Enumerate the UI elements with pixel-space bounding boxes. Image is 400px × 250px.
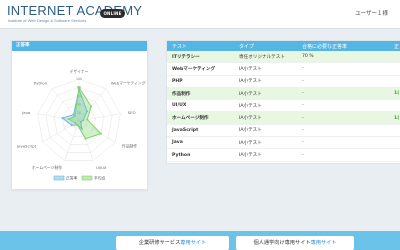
required-rate-cell: -	[297, 124, 389, 138]
test-type-cell: IA小テスト	[234, 148, 297, 162]
table-row[interactable]: 作品制作 IA小テスト -1(	[167, 87, 400, 101]
legend-label: 正答率	[66, 176, 78, 181]
test-type-cell: IA小テスト	[234, 124, 297, 138]
radar-data-point	[90, 105, 93, 108]
radar-data-point	[67, 118, 70, 121]
required-rate-cell: -	[297, 87, 389, 101]
extra-cell: 1(	[389, 87, 400, 101]
table-row[interactable]: Webマーケティング IA小テスト -	[167, 62, 400, 76]
test-name-cell: PHP	[167, 75, 234, 88]
radar-data-point	[74, 122, 77, 125]
radar-data-point	[84, 137, 87, 140]
radar-axis-label: UI/UX	[96, 165, 107, 170]
test-name-cell: Java	[167, 136, 234, 150]
radar-data-point	[73, 115, 76, 118]
test-type-cell: IA小テスト	[234, 75, 297, 88]
table-row[interactable]: Python IA小テスト -	[167, 148, 400, 162]
radar-data-point	[99, 132, 102, 135]
test-name-cell: ホームページ制作	[167, 111, 234, 125]
legend-swatch	[53, 175, 65, 181]
radar-data-point	[72, 113, 75, 116]
table-row[interactable]: PHP IA小テスト -	[167, 75, 400, 88]
test-table-card: テスト タイプ 合格に必要な正答率 正 ITリテラシー 専任オリジナルテスト 70 …	[166, 40, 400, 164]
test-name-cell: JavaScript	[167, 124, 234, 138]
required-rate-cell: -	[297, 99, 389, 113]
table-row[interactable]: UI/UX IA小テスト -	[167, 99, 400, 113]
extra-cell	[389, 62, 400, 76]
radar-axis-label: SEO	[128, 110, 136, 115]
required-rate-cell: -	[297, 136, 389, 150]
radar-axis-label: Python	[34, 81, 48, 86]
col-header-test: テスト	[167, 41, 234, 51]
radar-chart: デザイナー Webマーケティング SEO 作品制作 UI/UX ホームページ制作 JavaS…	[16, 69, 146, 181]
test-name-cell: ITリテラシー	[167, 51, 234, 64]
table-header-row: テスト タイプ 合格に必要な正答率 正	[167, 41, 400, 51]
required-rate-cell: -	[297, 75, 389, 88]
legend-label: 平均点	[94, 176, 106, 181]
radar-data-point	[78, 86, 80, 89]
required-rate-cell: 70 %	[297, 51, 389, 64]
table-row[interactable]: JavaScript IA小テスト -	[167, 124, 400, 138]
personal-site-button[interactable]: 個人通学向け専用サイト専用サイト	[236, 236, 354, 250]
test-name-cell: Webマーケティング	[167, 62, 234, 76]
required-rate-cell: -	[297, 111, 389, 125]
table-row[interactable]: ホームページ制作 IA小テスト -1(	[167, 111, 400, 125]
radar-axis-label: JavaScript	[16, 143, 37, 148]
extra-cell	[389, 75, 400, 88]
test-name-cell: Python	[167, 148, 234, 162]
online-badge: ONLINE	[100, 9, 125, 18]
radar-axis-label: Java	[21, 110, 30, 115]
test-type-cell: IA小テスト	[234, 136, 297, 150]
extra-cell: 1(	[389, 111, 400, 125]
extra-cell	[389, 136, 400, 150]
extra-cell	[389, 148, 400, 162]
col-header-required: 合格に必要な正答率	[297, 41, 389, 51]
score-chart-card: 正答率 デザイナー Webマーケティング SEO 作品制作 UI/UX ホームページ制作 J…	[11, 40, 148, 190]
corporate-site-label: 企業研修サービス	[138, 240, 181, 246]
corporate-site-link: 専用サイト	[180, 240, 207, 246]
test-name-cell: 作品制作	[167, 87, 234, 101]
test-type-cell: IA小テスト	[234, 99, 297, 113]
required-rate-cell: -	[297, 62, 389, 76]
radar-data-point	[76, 123, 79, 126]
personal-site-label: 個人通学向け専用サイト	[253, 240, 311, 246]
extra-cell	[389, 51, 400, 64]
brand-logo-subtitle: Institute of Web Design & Software Servi…	[8, 18, 87, 23]
legend-swatch	[81, 175, 93, 181]
col-header-extra: 正	[389, 41, 400, 51]
extra-cell	[389, 124, 400, 138]
test-type-cell: IA小テスト	[234, 111, 297, 125]
test-type-cell: 専任オリジナルテスト	[234, 51, 297, 64]
chart-card-title: 正答率	[12, 41, 147, 51]
corporate-site-button[interactable]: 企業研修サービス専用サイト	[116, 236, 229, 250]
radar-axis-label: 作品制作	[122, 143, 137, 148]
user-name[interactable]: ユーザー１様	[355, 9, 388, 17]
test-type-cell: IA小テスト	[234, 87, 297, 101]
radar-data-point	[70, 124, 73, 127]
test-type-cell: IA小テスト	[234, 62, 297, 76]
required-rate-cell: -	[297, 148, 389, 162]
top-header: INTERNET ACADEMY Institute of Web Design…	[0, 0, 400, 29]
radar-axis-label: ホームページ制作	[32, 165, 62, 170]
radar-data-point	[61, 117, 64, 120]
radar-data-point	[86, 118, 89, 121]
radar-tick-label: 100	[76, 77, 82, 81]
col-header-type: タイプ	[234, 41, 297, 51]
personal-site-link: 専用サイト	[310, 240, 337, 246]
test-table: テスト タイプ 合格に必要な正答率 正 ITリテラシー 専任オリジナルテスト 70 …	[167, 41, 400, 162]
radar-spoke	[64, 120, 80, 161]
table-row[interactable]: ITリテラシー 専任オリジナルテスト 70 %	[167, 51, 400, 64]
table-row[interactable]: Java IA小テスト -	[167, 136, 400, 150]
radar-axis-label: Webマーケティング	[111, 81, 146, 86]
test-name-cell: UI/UX	[167, 99, 234, 113]
extra-cell	[389, 99, 400, 113]
radar-axis-label: デザイナー	[70, 69, 89, 74]
